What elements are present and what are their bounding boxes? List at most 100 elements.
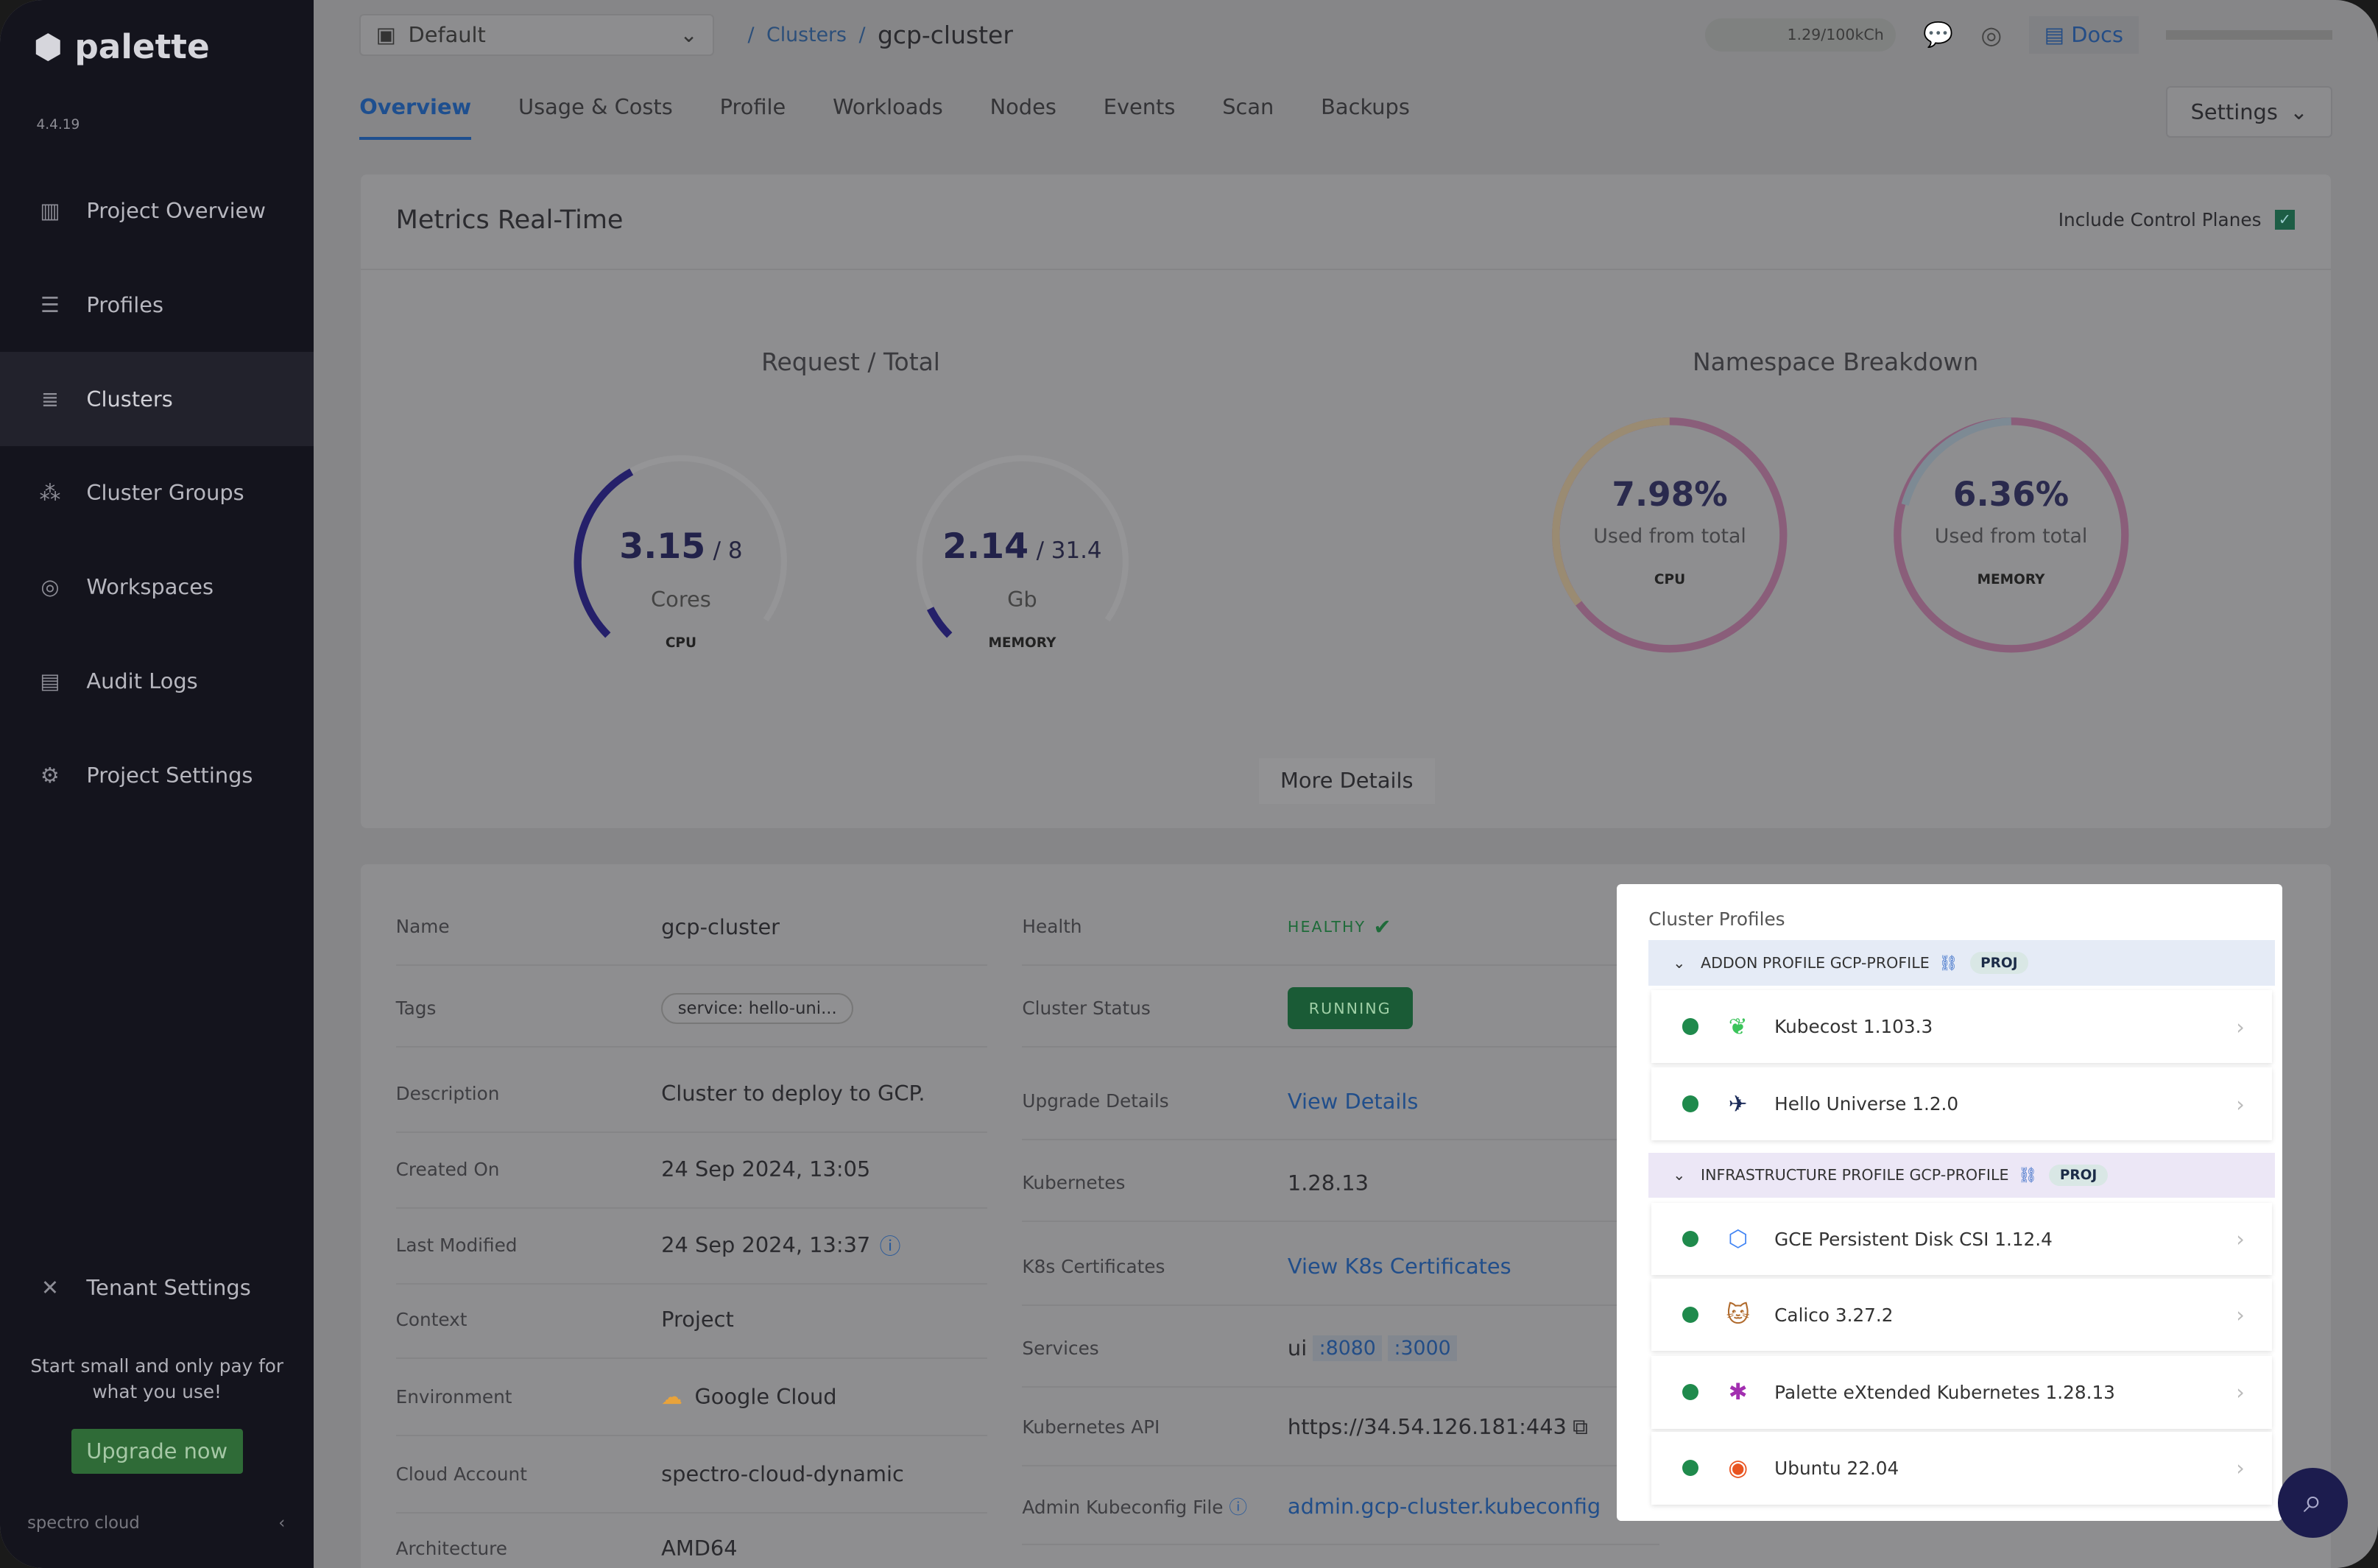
ns-memory-label: MEMORY xyxy=(1977,571,2045,587)
detail-link[interactable]: View Details xyxy=(1288,1089,1419,1114)
upgrade-button[interactable]: Upgrade now xyxy=(71,1428,243,1475)
label: Profiles xyxy=(86,292,164,318)
detail-row: K8s Certificates View K8s Certificates xyxy=(1022,1229,1659,1306)
ubuntu-icon: ◉ xyxy=(1728,1455,1749,1482)
breadcrumb-clusters[interactable]: Clusters xyxy=(766,24,847,46)
detail-key: Name xyxy=(395,916,450,938)
tab-events[interactable]: Events xyxy=(1104,94,1176,141)
sidebar-item-cluster-groups[interactable]: ⁂ Cluster Groups xyxy=(0,446,314,540)
include-control-planes[interactable]: Include Control Planes ✓ xyxy=(2058,209,2295,230)
detail-row: Tags service: hello-uni... xyxy=(395,970,988,1048)
settings-label: Settings xyxy=(2190,99,2278,125)
checkbox-checked[interactable]: ✓ xyxy=(2275,210,2295,230)
spectro-cloud-logo: spectro cloud xyxy=(27,1513,140,1533)
label: Workspaces xyxy=(86,574,214,600)
proj-badge: PROJ xyxy=(1969,952,2028,974)
cluster-profiles-title: Cluster Profiles xyxy=(1648,908,1785,930)
docs-button[interactable]: ▤ Docs xyxy=(2029,16,2139,54)
pack-item[interactable]: 🐱 Calico 3.27.2 › xyxy=(1651,1278,2272,1352)
sidebar-item-project-settings[interactable]: ⚙ Project Settings xyxy=(0,728,314,822)
tab-workloads[interactable]: Workloads xyxy=(833,94,943,141)
sidebar-item-profiles[interactable]: ☰ Profiles xyxy=(0,258,314,352)
docs-label: Docs xyxy=(2071,22,2124,48)
tag-pill[interactable]: service: hello-uni... xyxy=(661,992,854,1025)
info-icon[interactable]: ⓘ xyxy=(880,1230,901,1260)
infra-profile-header[interactable]: ⌄ INFRASTRUCTURE PROFILE GCP-PROFILE ⛓ PROJ xyxy=(1648,1152,2275,1198)
detail-row: Architecture AMD64 xyxy=(396,1511,987,1568)
project-icon: ▣ xyxy=(375,22,397,48)
tab-nodes[interactable]: Nodes xyxy=(990,94,1056,141)
status-dot xyxy=(1682,1306,1699,1324)
stack-icon: ☰ xyxy=(40,292,60,318)
detail-value: gcp-cluster xyxy=(661,914,780,939)
brand-logo[interactable]: ⬢ palette xyxy=(33,27,209,66)
sidebar-footer: spectro cloud ‹ xyxy=(27,1514,285,1533)
audit-icon: ▤ xyxy=(40,668,60,693)
memory-total: / 31.4 xyxy=(1036,537,1102,564)
sidebar-item-tenant-settings[interactable]: ✕ Tenant Settings xyxy=(0,1240,314,1335)
detail-value: AMD64 xyxy=(661,1536,738,1561)
namespace-title: Namespace Breakdown xyxy=(1692,347,1979,376)
label: Include Control Planes xyxy=(2058,209,2262,231)
sidebar-item-project-overview[interactable]: ▥ Project Overview xyxy=(0,163,314,258)
ns-memory-percent: 6.36% xyxy=(1952,474,2070,514)
more-details-button[interactable]: More Details xyxy=(1258,757,1435,804)
detail-row: Health HEALTHY ✔ xyxy=(1022,889,1659,967)
sidebar-item-audit-logs[interactable]: ▤ Audit Logs xyxy=(0,634,314,728)
metrics-title: Metrics Real-Time xyxy=(395,205,624,236)
tab-backups[interactable]: Backups xyxy=(1321,94,1410,141)
detail-link[interactable]: admin.gcp-cluster.kubeconfig xyxy=(1288,1494,1601,1519)
collapse-sidebar-icon[interactable]: ‹ xyxy=(278,1514,285,1533)
pack-item[interactable]: ✈ Hello Universe 1.2.0 › xyxy=(1651,1067,2272,1141)
detail-key: Last Modified xyxy=(395,1234,518,1256)
detail-row: Cloud Account spectro-cloud-dynamic xyxy=(395,1436,988,1514)
credits-usage: 1.29/100kCh xyxy=(1704,18,1897,52)
request-total-title: Request / Total xyxy=(761,347,940,376)
detail-key: Health xyxy=(1022,916,1082,938)
calico-icon: 🐱 xyxy=(1726,1302,1750,1328)
chevron-right-icon: › xyxy=(2236,1014,2245,1039)
project-selector[interactable]: ▣ Default ⌄ xyxy=(359,13,715,57)
compass-icon[interactable]: ◎ xyxy=(1980,21,2002,49)
detail-value: Project xyxy=(661,1307,734,1332)
target-icon: ◎ xyxy=(40,574,60,600)
memory-value: 2.14 xyxy=(942,526,1029,567)
detail-row: Services ui:8080:3000 xyxy=(1022,1310,1659,1388)
detail-key: Description xyxy=(395,1082,500,1104)
info-icon[interactable]: ⓘ xyxy=(1223,1497,1247,1518)
pack-name: Ubuntu 22.04 xyxy=(1774,1457,1899,1479)
promo-text: Start small and only pay for what you us… xyxy=(30,1355,284,1402)
memory-label: MEMORY xyxy=(988,635,1056,651)
profile-name: ADDON PROFILE GCP-PROFILE xyxy=(1701,954,1930,972)
detail-value: spectro-cloud-dynamic xyxy=(661,1461,904,1487)
tab-scan[interactable]: Scan xyxy=(1222,94,1274,141)
cpu-total: / 8 xyxy=(713,537,743,564)
pack-item[interactable]: ◉ Ubuntu 22.04 › xyxy=(1651,1431,2272,1505)
pack-item[interactable]: ✱ Palette eXtended Kubernetes 1.28.13 › xyxy=(1651,1355,2272,1429)
detail-key: Environment xyxy=(395,1385,512,1408)
sidebar-item-workspaces[interactable]: ◎ Workspaces xyxy=(0,540,314,634)
chat-icon[interactable]: 💬 xyxy=(1923,20,1953,49)
user-menu[interactable] xyxy=(2165,30,2333,40)
port-link[interactable]: :3000 xyxy=(1388,1335,1457,1361)
detail-value: 24 Sep 2024, 13:37 xyxy=(661,1232,871,1258)
label: Project Overview xyxy=(86,198,266,224)
detail-key: K8s Certificates xyxy=(1022,1255,1165,1277)
detail-link[interactable]: View K8s Certificates xyxy=(1288,1254,1511,1279)
sidebar: ⬢ palette 4.4.19 ▥ Project Overview ☰ Profi… xyxy=(0,0,314,1568)
app-window: ⬢ palette 4.4.19 ▥ Project Overview ☰ Profi… xyxy=(0,0,2378,1568)
port-link[interactable]: :8080 xyxy=(1313,1335,1383,1361)
health-status: HEALTHY xyxy=(1287,917,1366,936)
tab-profile[interactable]: Profile xyxy=(720,94,786,141)
pack-item[interactable]: ❦ Kubecost 1.103.3 › xyxy=(1651,990,2272,1064)
detail-value: https://34.54.126.181:443 xyxy=(1287,1414,1567,1440)
addon-profile-header[interactable]: ⌄ ADDON PROFILE GCP-PROFILE ⛓ PROJ xyxy=(1648,940,2275,986)
copy-icon[interactable]: ⧉ xyxy=(1573,1414,1588,1440)
tab-overview[interactable]: Overview xyxy=(359,94,472,141)
label: Project Settings xyxy=(86,762,253,788)
sidebar-item-clusters[interactable]: ≣ Clusters xyxy=(0,351,314,446)
settings-button[interactable]: Settings ⌄ xyxy=(2165,86,2333,138)
tab-usage-costs[interactable]: Usage & Costs xyxy=(518,94,673,141)
pack-item[interactable]: ⬡ GCE Persistent Disk CSI 1.12.4 › xyxy=(1651,1202,2272,1276)
search-fab[interactable]: ⌕ xyxy=(2278,1468,2348,1538)
